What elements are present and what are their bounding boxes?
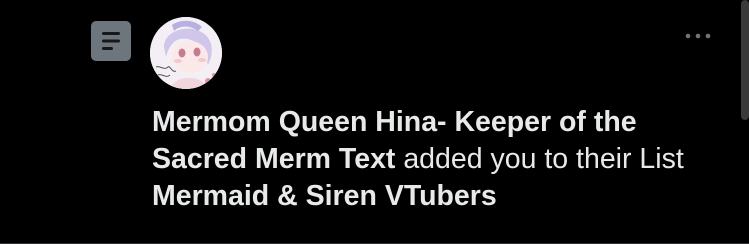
more-options-button[interactable] [680, 22, 720, 50]
anime-avatar-icon [150, 17, 222, 89]
action-text: added you to their List [403, 143, 684, 175]
notification-item[interactable]: Mermom Queen Hina- Keeper of the Sacred … [0, 0, 749, 244]
avatar[interactable] [150, 17, 222, 89]
list-icon [91, 21, 131, 61]
scrollbar[interactable] [741, 0, 749, 120]
notification-message: Mermom Queen Hina- Keeper of the Sacred … [152, 104, 712, 215]
list-name-link[interactable]: Mermaid & Siren VTubers [152, 180, 497, 212]
more-horizontal-icon [685, 33, 711, 39]
